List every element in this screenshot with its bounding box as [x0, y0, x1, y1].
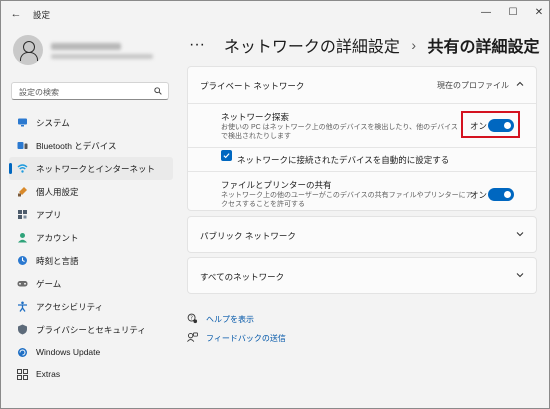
- sidebar-item-label: ゲーム: [36, 279, 62, 289]
- network-discovery-desc-2: で検出されたりします: [221, 133, 291, 140]
- sidebar-item-monitor[interactable]: システム: [9, 111, 173, 134]
- maximize-button[interactable]: ☐: [505, 5, 521, 21]
- sidebar-nav: システム Bluetooth とデバイスネットワークとインターネット 個人用設定アプ…: [9, 111, 173, 364]
- minimize-button[interactable]: —: [478, 5, 494, 21]
- sidebar-item-label: Windows Update: [36, 347, 101, 357]
- divider: [188, 171, 536, 172]
- help-link[interactable]: ? ヘルプを表示: [187, 313, 307, 325]
- sidebar-item-label: アカウント: [36, 233, 79, 243]
- account-icon: [18, 233, 27, 243]
- apps-icon: [18, 210, 27, 219]
- all-networks-title: すべてのネットワーク: [200, 272, 285, 282]
- accessibility-icon: [18, 301, 27, 312]
- private-network-card: プライベート ネットワーク 現在のプロファイル ネットワーク探索 お使いの PC…: [187, 66, 537, 211]
- auto-setup-label: ネットワークに接続されたデバイスを自動的に設定する: [237, 155, 450, 165]
- paintbrush-icon: [18, 187, 27, 197]
- sidebar-item-shield[interactable]: プライバシーとセキュリティ: [9, 318, 173, 341]
- sidebar-item-windows-update[interactable]: Windows Update: [9, 341, 173, 364]
- wifi-icon: [17, 164, 28, 173]
- sidebar-item-label: Bluetooth とデバイス: [36, 141, 117, 151]
- extras-grid-icon: [17, 369, 28, 380]
- network-discovery-desc-1: お使いの PC はネットワーク上の他のデバイスを検出したり、他のデバイス: [221, 124, 458, 131]
- private-network-title: プライベート ネットワーク: [200, 81, 305, 91]
- file-sharing-desc-2: クセスすることを許可する: [221, 201, 305, 208]
- sidebar-item-globe-clock[interactable]: 時刻と言語: [9, 249, 173, 272]
- feedback-link-label: フィードバックの送信: [206, 334, 286, 343]
- search-icon: [154, 87, 162, 95]
- windows-update-icon: [18, 348, 27, 357]
- breadcrumb-more-button[interactable]: ···: [189, 36, 205, 54]
- file-sharing-toggle[interactable]: [488, 188, 514, 201]
- settings-window: ← 設定 — ☐ ✕ 設定の検索 システム Bluetooth とデバイス ネットワ…: [0, 0, 550, 409]
- globe-clock-icon: [18, 256, 27, 265]
- sidebar-item-label: プライバシーとセキュリティ: [36, 325, 146, 335]
- public-network-title: パブリック ネットワーク: [200, 231, 296, 241]
- network-discovery-title: ネットワーク探索: [221, 112, 290, 122]
- all-networks-card[interactable]: すべてのネットワーク: [187, 257, 537, 294]
- sidebar-item-account[interactable]: アカウント: [9, 226, 173, 249]
- page-title: 共有の詳細設定: [427, 39, 540, 56]
- divider: [188, 147, 536, 148]
- file-sharing-title: ファイルとプリンターの共有: [221, 180, 332, 190]
- user-email-redacted: [51, 54, 153, 59]
- feedback-icon: [187, 332, 198, 342]
- help-link-label: ヘルプを表示: [206, 315, 254, 324]
- file-sharing-desc-1: ネットワーク上の他のユーザーがこのデバイスの共有ファイルやプリンターにア: [221, 192, 473, 199]
- sidebar-item-label: 時刻と言語: [36, 256, 79, 266]
- private-network-header[interactable]: プライベート ネットワーク 現在のプロファイル: [188, 67, 536, 103]
- svg-text:?: ?: [190, 316, 193, 322]
- gamepad-icon: [17, 281, 28, 287]
- monitor-icon: [18, 118, 27, 127]
- sidebar-item-bluetooth-devices[interactable]: Bluetooth とデバイス: [9, 134, 173, 157]
- sidebar-item-label: システム: [36, 118, 70, 128]
- breadcrumb-separator: ›: [411, 37, 417, 53]
- bluetooth-devices-icon: [17, 142, 28, 149]
- current-profile-label: 現在のプロファイル: [437, 81, 509, 90]
- public-network-card[interactable]: パブリック ネットワーク: [187, 216, 537, 253]
- back-button[interactable]: ←: [9, 7, 23, 21]
- sidebar-item-accessibility[interactable]: アクセシビリティ: [9, 295, 173, 318]
- sidebar-item-paintbrush[interactable]: 個人用設定: [9, 180, 173, 203]
- sidebar-item-label: ネットワークとインターネット: [36, 164, 156, 174]
- checkmark-icon: [223, 153, 230, 159]
- user-profile[interactable]: [13, 35, 173, 69]
- close-button[interactable]: ✕: [531, 5, 547, 21]
- help-icon: ?: [187, 313, 198, 324]
- breadcrumb-parent-link[interactable]: ネットワークの詳細設定: [224, 33, 400, 57]
- sidebar-item-wifi[interactable]: ネットワークとインターネット: [9, 157, 173, 180]
- sidebar-item-apps[interactable]: アプリ: [9, 203, 173, 226]
- search-placeholder: 設定の検索: [19, 88, 59, 97]
- chevron-up-icon: [516, 81, 524, 86]
- window-title: 設定: [33, 10, 51, 20]
- sidebar-item-extras[interactable]: Extras: [9, 363, 173, 383]
- breadcrumb: ··· ネットワークの詳細設定 › 共有の詳細設定: [189, 33, 540, 57]
- sidebar-item-label: Extras: [36, 369, 61, 379]
- shield-icon: [18, 324, 27, 335]
- avatar: [13, 35, 43, 65]
- sidebar-item-label: 個人用設定: [36, 187, 79, 197]
- title-bar: ← 設定 — ☐ ✕: [1, 1, 549, 27]
- feedback-link[interactable]: フィードバックの送信: [187, 332, 307, 344]
- chevron-down-icon: [516, 232, 524, 237]
- sidebar-item-gamepad[interactable]: ゲーム: [9, 272, 173, 295]
- auto-setup-checkbox[interactable]: [221, 150, 232, 161]
- divider: [188, 103, 536, 104]
- sidebar-item-label: アプリ: [36, 210, 62, 220]
- search-input[interactable]: 設定の検索: [11, 82, 169, 100]
- chevron-down-icon: [516, 273, 524, 278]
- sidebar-item-label: アクセシビリティ: [36, 302, 104, 312]
- user-name-redacted: [51, 43, 121, 50]
- highlight-box: [461, 111, 520, 138]
- file-sharing-toggle-label: オン: [470, 190, 488, 200]
